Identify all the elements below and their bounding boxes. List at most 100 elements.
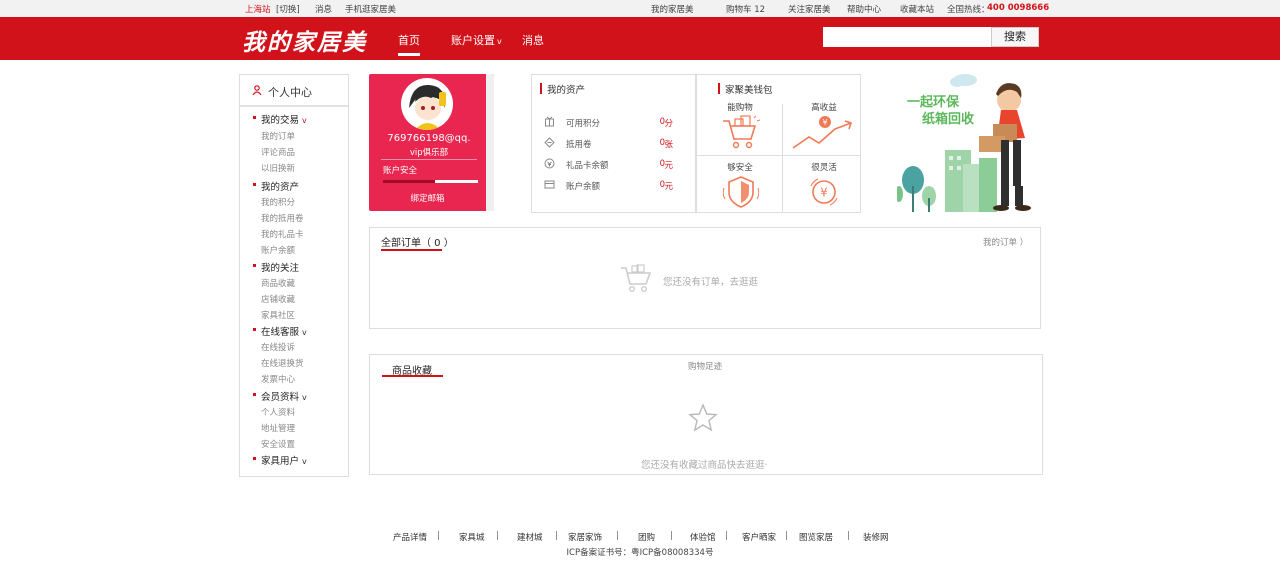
avatar-illustration xyxy=(409,84,446,130)
chevron-down-icon: v xyxy=(302,116,307,125)
sidebar-section-label: 在线客服 xyxy=(261,327,300,338)
sidebar-item-security[interactable]: 安全设置 xyxy=(261,438,295,450)
promo-line1: 一起环保 xyxy=(907,94,960,110)
search-button[interactable]: 搜索 xyxy=(991,27,1039,47)
asset-row-coupons[interactable]: 抵用卷 0 张 xyxy=(544,137,689,151)
user-icon xyxy=(252,85,262,95)
sidebar-item-shop-favs[interactable]: 店铺收藏 xyxy=(261,293,295,305)
nav-account-settings[interactable]: 账户设置 v xyxy=(451,32,502,48)
help-link[interactable]: 帮助中心 xyxy=(847,3,881,15)
footer-link[interactable]: 家居家饰 xyxy=(568,531,602,543)
account-security-label: 账户安全 xyxy=(383,166,418,176)
icp-license: ICP备案证书号：粤ICP备08008334号 xyxy=(566,548,714,558)
top-bar: 上海站 [切换] 消息 手机逛家居美 我的家居美 购物车 12 关注家居美 帮助… xyxy=(0,0,1280,17)
footer-separator: | xyxy=(437,531,440,541)
favorites-panel: 商品收藏 购物足迹 您还没有收藏过商品快去逛逛· xyxy=(369,354,1043,475)
sidebar-section-label: 会员资料 xyxy=(261,392,300,403)
assets-panel: 我的资产 可用积分 0 分 抵用卷 0 张 礼品卡余额 0 元 账户余额 0 元 xyxy=(531,74,696,213)
asset-row-balance[interactable]: 账户余额 0 元 xyxy=(544,179,689,193)
profile-card: 769766198@qq. vip俱乐部 账户安全 绑定邮箱 xyxy=(369,74,494,211)
wallet-return-label: 高收益 xyxy=(811,103,837,113)
sidebar-item-complaint[interactable]: 在线投诉 xyxy=(261,341,295,353)
divider xyxy=(381,159,477,160)
sidebar-section-furniture-user[interactable]: 家具用户 v xyxy=(253,453,307,467)
avatar[interactable] xyxy=(401,78,453,130)
sidebar-item-community[interactable]: 家具社区 xyxy=(261,309,295,321)
sidebar-title: 个人中心 xyxy=(268,86,312,99)
follow-link[interactable]: 关注家居美 xyxy=(788,3,831,15)
footer-link[interactable]: 产品详情 xyxy=(393,531,427,543)
yuan-coin-icon[interactable]: ¥ xyxy=(809,177,839,207)
sidebar-item-giftcards[interactable]: 我的礼品卡 xyxy=(261,228,304,240)
switch-city-link[interactable]: [切换] xyxy=(276,3,300,15)
my-home-link[interactable]: 我的家居美 xyxy=(651,3,694,15)
footer-separator: | xyxy=(670,531,673,541)
asset-unit: 分 xyxy=(664,119,673,129)
footer-link[interactable]: 建材城 xyxy=(517,531,543,543)
sidebar-section-label: 家具用户 xyxy=(261,456,300,467)
nav-home[interactable]: 首页 xyxy=(398,32,420,56)
chevron-down-icon: v xyxy=(302,457,307,466)
asset-unit: 元 xyxy=(664,182,673,192)
sidebar-item-profile[interactable]: 个人资料 xyxy=(261,406,295,418)
shield-icon[interactable] xyxy=(723,175,759,209)
cart-link[interactable]: 购物车 12 xyxy=(726,3,765,15)
bookmark-link[interactable]: 收藏本站 xyxy=(900,3,934,15)
sidebar: 个人中心 我的交易 v 我的订单 评论商品 以旧换新 我的资产 我的积分 我的抵用… xyxy=(239,74,349,477)
sidebar-item-address[interactable]: 地址管理 xyxy=(261,422,295,434)
footer-link[interactable]: 家具城 xyxy=(459,531,485,543)
wallet-shopping-label: 能购物 xyxy=(727,103,753,113)
footer-link[interactable]: 客户晒家 xyxy=(742,531,776,543)
asset-row-points[interactable]: 可用积分 0 分 xyxy=(544,116,689,130)
sidebar-section-trade[interactable]: 我的交易 v xyxy=(253,112,307,126)
site-logo[interactable]: 我的家居美 xyxy=(242,23,367,57)
sidebar-item-invoice[interactable]: 发票中心 xyxy=(261,373,295,385)
security-progress-fill xyxy=(383,180,436,183)
sidebar-item-trade-in[interactable]: 以旧换新 xyxy=(261,162,295,174)
coupon-icon xyxy=(544,137,555,148)
vip-club-link[interactable]: vip俱乐部 xyxy=(369,146,489,158)
mobile-link[interactable]: 手机逛家居美 xyxy=(345,3,396,15)
sidebar-item-points[interactable]: 我的积分 xyxy=(261,196,295,208)
sidebar-section-assets[interactable]: 我的资产 xyxy=(252,179,299,193)
recycle-promo-banner[interactable]: 一起环保 纸箱回收 xyxy=(895,68,1047,214)
asset-row-giftcard[interactable]: 礼品卡余额 0 元 xyxy=(544,158,689,172)
wallet-icon xyxy=(544,180,555,189)
sidebar-item-reviews[interactable]: 评论商品 xyxy=(261,146,295,158)
sidebar-item-coupons[interactable]: 我的抵用卷 xyxy=(261,212,304,224)
growth-chart-icon[interactable]: ¥ xyxy=(791,115,855,151)
footer-link[interactable]: 图览家居 xyxy=(799,531,833,543)
wallet-flexible-label: 很灵活 xyxy=(811,163,837,173)
sidebar-item-returns[interactable]: 在线退换货 xyxy=(261,357,304,369)
footer-link[interactable]: 体验馆 xyxy=(690,531,716,543)
svg-text:¥: ¥ xyxy=(822,118,827,127)
giftcard-icon xyxy=(544,158,555,169)
chevron-down-icon: v xyxy=(497,37,502,46)
footer-separator: | xyxy=(496,531,499,541)
nav-messages[interactable]: 消息 xyxy=(522,32,544,48)
nav-account-label: 账户设置 xyxy=(451,34,495,47)
sidebar-section-service[interactable]: 在线客服 v xyxy=(253,324,307,338)
sidebar-item-balance[interactable]: 账户余额 xyxy=(261,244,295,256)
favorites-empty-text[interactable]: 您还没有收藏过商品快去逛逛· xyxy=(641,457,768,471)
my-orders-link[interactable]: 我的订单 ） xyxy=(983,236,1028,248)
shopping-cart-icon[interactable] xyxy=(721,115,761,151)
browse-history-tab[interactable]: 购物足迹 xyxy=(688,360,722,372)
footer-separator: | xyxy=(785,531,788,541)
sidebar-section-follow[interactable]: 我的关注 xyxy=(252,260,299,274)
messages-link[interactable]: 消息 xyxy=(315,3,332,15)
all-orders-tab[interactable]: 全部订单（ 0 ） xyxy=(381,234,454,249)
orders-empty-text[interactable]: 您还没有订单，去逛逛 xyxy=(663,274,758,288)
wallet-title: 家聚美钱包 xyxy=(718,82,773,96)
sidebar-item-orders[interactable]: 我的订单 xyxy=(261,130,295,142)
hotline-label: 全国热线： xyxy=(947,5,990,15)
sidebar-section-member[interactable]: 会员资料 v xyxy=(253,389,307,403)
footer-link[interactable]: 装修网 xyxy=(863,531,889,543)
hotline-number: 400 0098666 xyxy=(987,3,1050,13)
footer-link[interactable]: 团购 xyxy=(638,531,655,543)
sidebar-item-product-favs[interactable]: 商品收藏 xyxy=(261,277,295,289)
search-input[interactable] xyxy=(823,27,991,47)
bind-email-button[interactable]: 绑定邮箱 xyxy=(369,192,486,204)
points-icon xyxy=(545,116,554,127)
assets-title: 我的资产 xyxy=(540,82,585,96)
